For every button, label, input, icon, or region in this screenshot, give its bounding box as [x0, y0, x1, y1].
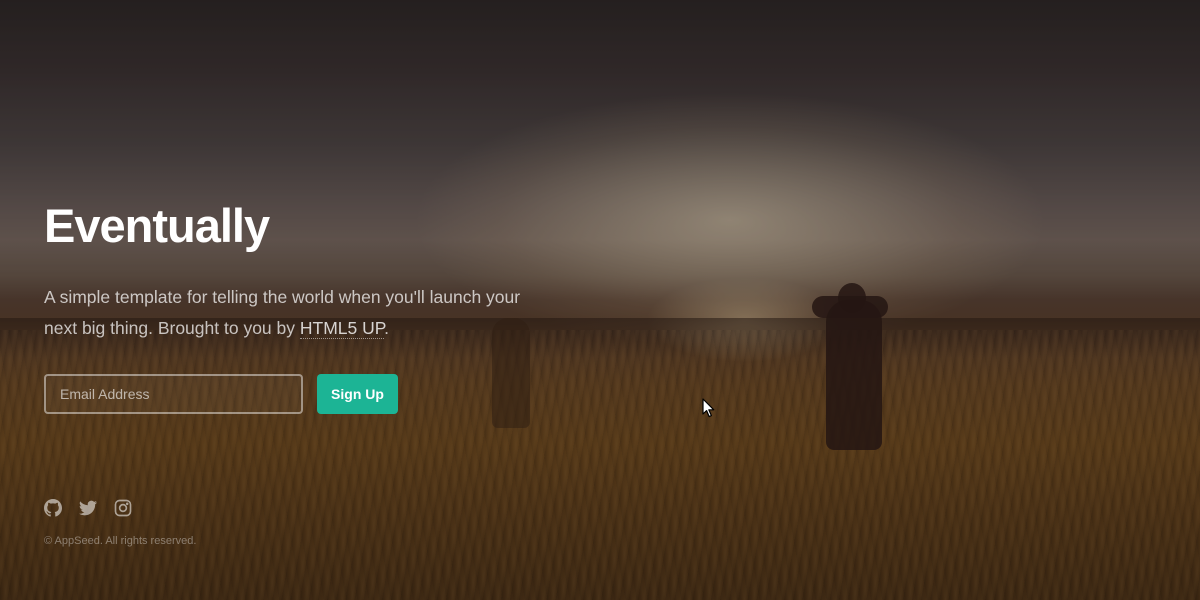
subtitle-text: A simple template for telling the world … [44, 287, 521, 338]
instagram-icon[interactable] [114, 499, 132, 517]
twitter-icon[interactable] [79, 499, 97, 517]
main-content: Eventually A simple template for telling… [44, 0, 604, 600]
page-subtitle: A simple template for telling the world … [44, 282, 544, 344]
social-links [44, 499, 132, 517]
sign-up-button[interactable]: Sign Up [317, 374, 398, 414]
copyright-text: © AppSeed. All rights reserved. [44, 535, 197, 547]
github-icon[interactable] [44, 499, 62, 517]
email-input[interactable] [44, 374, 303, 414]
mouse-pointer-icon [702, 398, 716, 418]
subtitle-end: . [384, 318, 390, 338]
signup-form: Sign Up [44, 374, 398, 414]
html5up-link[interactable]: HTML5 UP [299, 318, 385, 339]
page-title: Eventually [44, 199, 270, 252]
